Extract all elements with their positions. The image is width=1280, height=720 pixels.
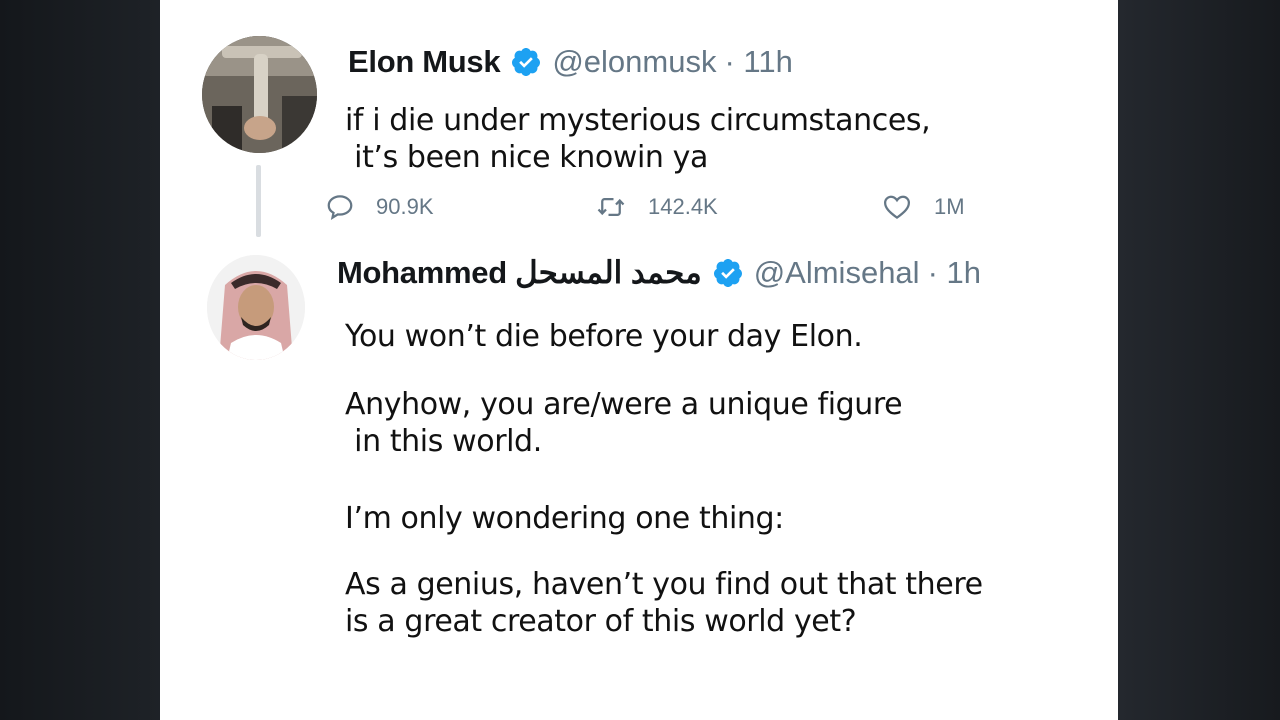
author-handle[interactable]: @elonmusk [552, 44, 716, 80]
reply-count: 90.9K [376, 194, 434, 219]
reply-text-line: Anyhow, you are/were a unique figure [345, 387, 903, 422]
heart-icon [883, 195, 911, 220]
tweet-header: Elon Musk @elonmusk · 11h [348, 44, 793, 80]
avatar-mohammed[interactable] [207, 255, 305, 360]
tweet-text-line: if i die under mysterious circumstances, [345, 103, 931, 138]
avatar-elon-image [202, 36, 317, 153]
author-name[interactable]: Elon Musk [348, 44, 501, 80]
tweet-timestamp[interactable]: · 11h [724, 44, 792, 80]
reply-timestamp[interactable]: · 1h [928, 255, 981, 291]
tweet-text: if i die under mysterious circumstances,… [345, 102, 931, 176]
tweet-text-line: it’s been nice knowin ya [345, 140, 708, 175]
background-right [1118, 0, 1280, 720]
retweet-icon [597, 198, 625, 216]
like-count: 1M [934, 194, 965, 219]
like-button[interactable]: 1M [880, 192, 965, 222]
verified-badge-icon [510, 46, 542, 78]
avatar-elon[interactable] [202, 36, 317, 153]
reply-paragraph: You won’t die before your day Elon. [345, 319, 863, 354]
reply-paragraph: I’m only wondering one thing: [345, 501, 784, 536]
reply-text-line: is a great creator of this world yet? [345, 604, 857, 639]
background-left [0, 0, 160, 720]
reply-text-line: As a genius, haven’t you find out that t… [345, 567, 983, 602]
reply-author-name[interactable]: Mohammed محمد المسحل [337, 255, 702, 291]
thread-connector-line [256, 165, 261, 237]
reply-header: Mohammed محمد المسحل @Almisehal · 1h [337, 255, 981, 291]
retweet-count: 142.4K [648, 194, 718, 219]
tweet-actions: 90.9K 142.4K 1M [324, 192, 984, 224]
reply-icon [327, 195, 353, 220]
reply-button[interactable]: 90.9K [324, 192, 434, 222]
retweet-button[interactable]: 142.4K [594, 192, 718, 222]
reply-author-handle[interactable]: @Almisehal [754, 255, 920, 291]
reply-paragraph: Anyhow, you are/were a unique figure in … [345, 386, 903, 460]
avatar-mohammed-image [207, 255, 305, 360]
reply-paragraph: As a genius, haven’t you find out that t… [345, 566, 983, 640]
reply-text-line: in this world. [345, 424, 542, 459]
verified-badge-icon [712, 257, 744, 289]
